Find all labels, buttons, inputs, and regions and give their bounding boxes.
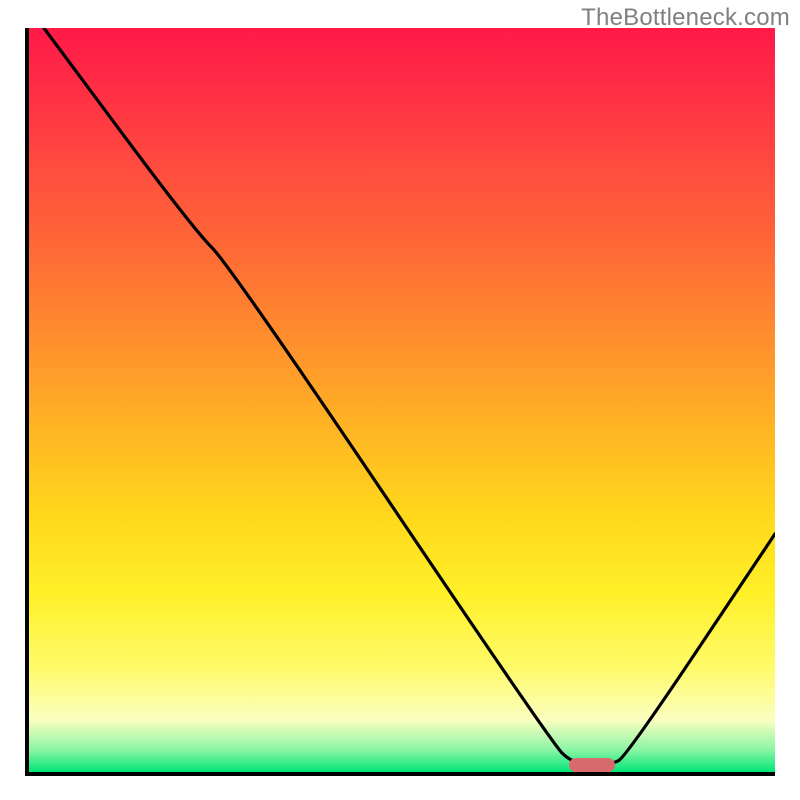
optimum-marker [569,758,615,772]
chart-container: TheBottleneck.com [0,0,800,800]
plot-area [25,28,775,776]
bottleneck-curve [29,28,775,772]
watermark-text: TheBottleneck.com [581,4,790,32]
